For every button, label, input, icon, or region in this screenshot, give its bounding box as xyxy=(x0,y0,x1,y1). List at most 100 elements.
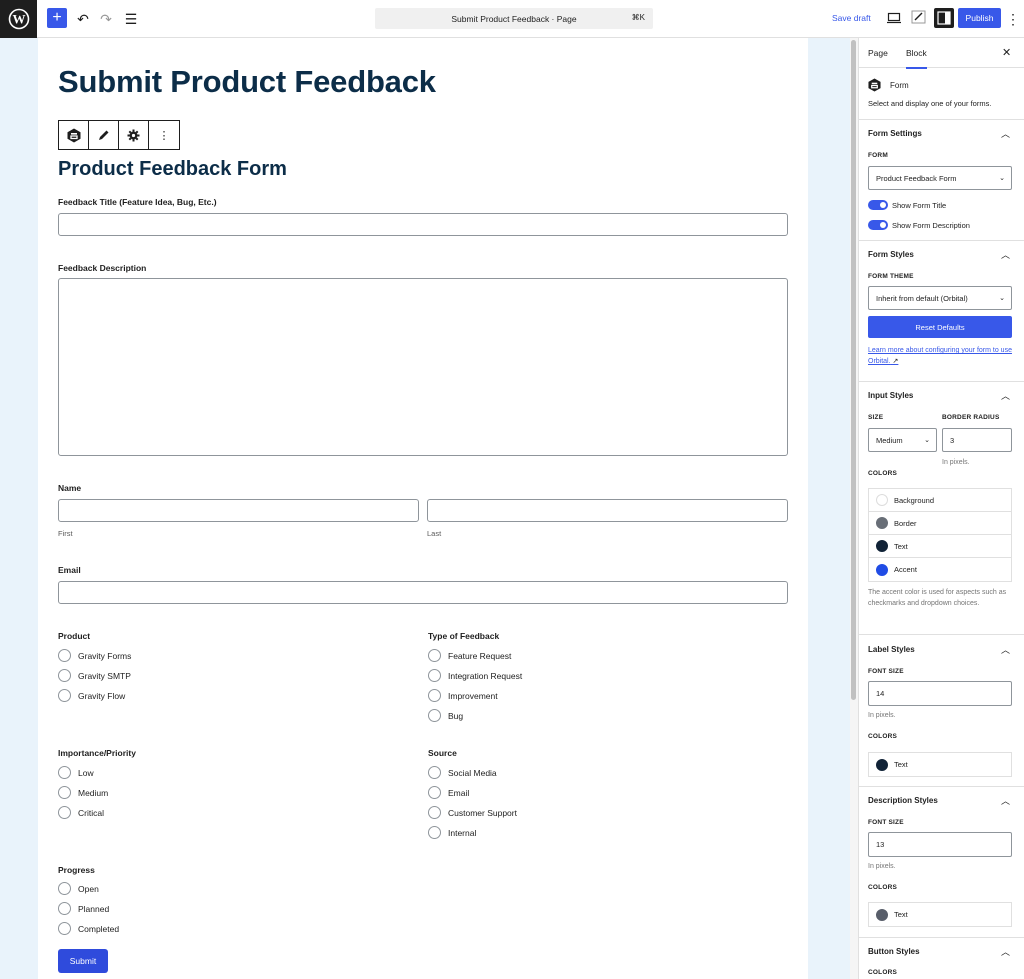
radio-option[interactable]: Feature Request xyxy=(428,649,511,662)
radio-button[interactable] xyxy=(428,786,441,799)
radio-button[interactable] xyxy=(428,669,441,682)
block-options-icon[interactable]: ⋮ xyxy=(149,121,179,149)
radio-option[interactable]: Internal xyxy=(428,826,476,839)
radio-button[interactable] xyxy=(58,669,71,682)
radio-option-label: Social Media xyxy=(448,767,497,778)
show-title-toggle[interactable] xyxy=(868,200,888,210)
radio-button[interactable] xyxy=(58,766,71,779)
feedback-description-textarea[interactable] xyxy=(58,278,788,456)
chevron-up-icon[interactable]: ︿ xyxy=(1001,643,1010,656)
form-theme-label: FORM THEME xyxy=(868,273,914,280)
wordpress-logo-icon[interactable]: W xyxy=(0,0,37,38)
radio-option[interactable]: Low xyxy=(58,766,94,779)
color-option-background[interactable]: Background xyxy=(869,489,1011,512)
chevron-up-icon[interactable]: ︿ xyxy=(1001,945,1010,958)
redo-icon[interactable]: ↷ xyxy=(95,8,117,30)
last-name-input[interactable] xyxy=(427,499,788,522)
description-font-size-input[interactable]: 13 xyxy=(868,832,1012,857)
submit-button[interactable]: Submit xyxy=(58,949,108,973)
radio-button[interactable] xyxy=(58,689,71,702)
form-theme-select[interactable]: Inherit from default (Orbital) ⌄ xyxy=(868,286,1012,310)
radio-option[interactable]: Planned xyxy=(58,902,109,915)
radio-option[interactable]: Medium xyxy=(58,786,108,799)
command-palette-button[interactable]: Submit Product Feedback · Page ⌘K xyxy=(375,8,653,29)
radio-option[interactable]: Bug xyxy=(428,709,463,722)
size-select[interactable]: Medium ⌄ xyxy=(868,428,937,452)
form-styles-heading[interactable]: Form Styles xyxy=(868,250,914,259)
radio-option-label: Critical xyxy=(78,807,104,818)
edit-pencil-icon[interactable] xyxy=(89,121,119,149)
first-name-input[interactable] xyxy=(58,499,419,522)
settings-sidebar-toggle[interactable] xyxy=(934,8,954,28)
radio-button[interactable] xyxy=(428,766,441,779)
border-radius-input[interactable]: 3 xyxy=(942,428,1012,452)
publish-button[interactable]: Publish xyxy=(958,8,1001,28)
tab-page[interactable]: Page xyxy=(868,48,888,58)
progress-label: Progress xyxy=(58,865,95,875)
radio-option[interactable]: Improvement xyxy=(428,689,498,702)
settings-gear-icon[interactable] xyxy=(119,121,149,149)
chevron-up-icon[interactable]: ︿ xyxy=(1001,794,1010,807)
tab-block[interactable]: Block xyxy=(906,48,927,69)
radio-option[interactable]: Gravity Forms xyxy=(58,649,131,662)
close-icon[interactable]: ✕ xyxy=(1002,46,1011,59)
size-select-value: Medium xyxy=(876,435,903,445)
type-of-feedback-label: Type of Feedback xyxy=(428,631,500,641)
radio-button[interactable] xyxy=(58,786,71,799)
undo-icon[interactable]: ↶ xyxy=(72,8,94,30)
preview-icon[interactable] xyxy=(887,11,901,29)
show-description-toggle[interactable] xyxy=(868,220,888,230)
radio-button[interactable] xyxy=(58,806,71,819)
list-view-icon[interactable]: ☰ xyxy=(120,8,142,30)
chevron-up-icon[interactable]: ︿ xyxy=(1001,389,1010,402)
radio-option-label: Internal xyxy=(448,827,477,838)
radio-button[interactable] xyxy=(428,649,441,662)
color-option-border[interactable]: Border xyxy=(869,512,1011,535)
chevron-up-icon[interactable]: ︿ xyxy=(1001,127,1010,140)
color-name: Border xyxy=(894,518,917,528)
input-styles-heading[interactable]: Input Styles xyxy=(868,391,913,400)
radio-button[interactable] xyxy=(428,826,441,839)
radio-option[interactable]: Gravity SMTP xyxy=(58,669,131,682)
radio-option[interactable]: Integration Request xyxy=(428,669,522,682)
feedback-title-input[interactable] xyxy=(58,213,788,236)
learn-more-link[interactable]: Learn more about configuring your form t… xyxy=(868,345,1016,367)
color-option-text[interactable]: Text xyxy=(869,903,1011,926)
radio-button[interactable] xyxy=(58,902,71,915)
color-option-text[interactable]: Text xyxy=(869,753,1011,776)
description-styles-heading[interactable]: Description Styles xyxy=(868,796,938,805)
button-styles-heading[interactable]: Button Styles xyxy=(868,947,920,956)
form-settings-heading[interactable]: Form Settings xyxy=(868,129,922,138)
editor-top-bar: W + ↶ ↷ ☰ Submit Product Feedback · Page… xyxy=(0,0,1024,38)
page-title[interactable]: Submit Product Feedback xyxy=(58,64,436,100)
reset-defaults-button[interactable]: Reset Defaults xyxy=(868,316,1012,338)
color-option-text[interactable]: Text xyxy=(869,535,1011,558)
radio-button[interactable] xyxy=(428,689,441,702)
canvas-scroll-thumb[interactable] xyxy=(851,40,856,700)
label-styles-heading[interactable]: Label Styles xyxy=(868,645,915,654)
radio-button[interactable] xyxy=(428,806,441,819)
gravity-forms-block-icon[interactable] xyxy=(59,121,89,149)
radio-button[interactable] xyxy=(58,649,71,662)
radio-button[interactable] xyxy=(58,882,71,895)
color-option-accent[interactable]: Accent xyxy=(869,558,1011,581)
radio-option[interactable]: Completed xyxy=(58,922,119,935)
radio-option[interactable]: Open xyxy=(58,882,99,895)
radio-button[interactable] xyxy=(58,922,71,935)
learn-more-link-text: Learn more about configuring your form t… xyxy=(868,347,1012,365)
radio-button[interactable] xyxy=(428,709,441,722)
label-font-size-input[interactable]: 14 xyxy=(868,681,1012,706)
save-draft-button[interactable]: Save draft xyxy=(832,13,871,23)
chevron-up-icon[interactable]: ︿ xyxy=(1001,248,1010,261)
email-input[interactable] xyxy=(58,581,788,604)
radio-option-label: Completed xyxy=(78,923,120,934)
radio-option[interactable]: Gravity Flow xyxy=(58,689,125,702)
radio-option[interactable]: Customer Support xyxy=(428,806,517,819)
form-select[interactable]: Product Feedback Form ⌄ xyxy=(868,166,1012,190)
add-block-button[interactable]: + xyxy=(47,8,67,28)
radio-option[interactable]: Social Media xyxy=(428,766,497,779)
style-book-icon[interactable] xyxy=(911,10,926,29)
radio-option[interactable]: Critical xyxy=(58,806,104,819)
radio-option[interactable]: Email xyxy=(428,786,469,799)
options-menu-icon[interactable]: ⋮ xyxy=(1006,8,1020,30)
